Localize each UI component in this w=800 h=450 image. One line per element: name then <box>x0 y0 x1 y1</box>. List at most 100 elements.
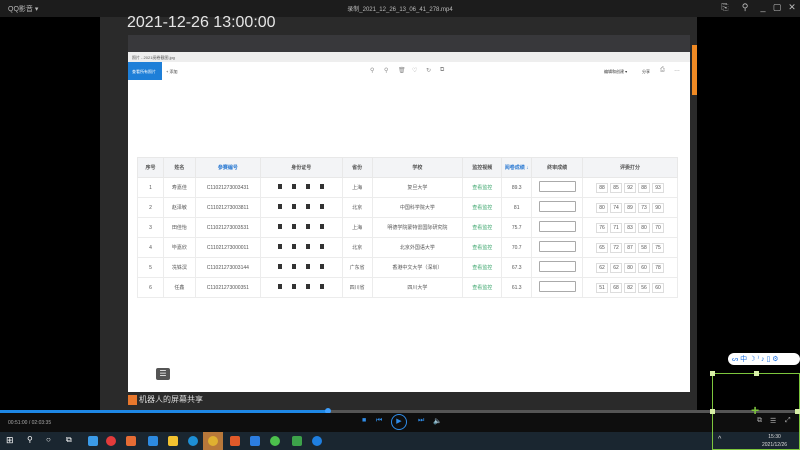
share-text: 机器人的屏幕共享 <box>139 395 203 404</box>
chrome-icon <box>208 436 218 446</box>
school-cell: 中国科学院大学 <box>371 197 464 218</box>
judge-score: 88 <box>638 182 651 193</box>
more-icon[interactable]: … <box>674 67 680 73</box>
column-header: 终审成绩 <box>531 157 584 178</box>
review-score-cell: 89.3 <box>501 177 533 198</box>
review-score-cell: 75.7 <box>501 217 533 238</box>
resize-handle[interactable] <box>710 371 715 376</box>
view-monitor-link[interactable]: 查看监控 <box>462 257 503 278</box>
final-score-input[interactable] <box>538 261 576 272</box>
meeting-icon[interactable] <box>250 436 260 446</box>
pin-icon[interactable]: ⎘ <box>718 2 732 13</box>
chrome-active[interactable] <box>203 432 223 450</box>
school-cell: 明德学院蒙特雷国际研究院 <box>371 217 464 238</box>
mail-icon[interactable] <box>148 436 158 446</box>
search-icon[interactable]: ⚲ <box>27 435 33 444</box>
review-score-cell: 81 <box>501 197 533 218</box>
minimize-icon[interactable]: _ <box>756 2 770 12</box>
selection-rectangle[interactable]: + <box>710 371 800 450</box>
judge-score: 62 <box>610 262 623 273</box>
explorer-icon[interactable] <box>168 436 178 446</box>
name-cell: 寿嘉佳 <box>162 177 196 198</box>
excel-icon[interactable] <box>292 436 302 446</box>
final-score-input[interactable] <box>538 201 576 212</box>
column-header: 省份 <box>341 157 373 178</box>
final-score-cell <box>531 177 584 198</box>
shared-photo-window: 照片 - 2021阅卷截图.jpg 查看所有照片 + 添加 ⚲ ⚲ 🗑 ♡ ↻ … <box>128 52 712 417</box>
time-readout: 00:51:00 / 02:03:35 <box>8 420 52 426</box>
judge-score: 80 <box>638 222 651 233</box>
row-number: 1 <box>137 177 164 198</box>
ime-toolbar[interactable]: ᔕ 中 ☽ ⁾ ♪ ▯ ⚙ <box>728 353 800 365</box>
qq-player-icon[interactable] <box>312 436 322 446</box>
name-cell: 赵泽敏 <box>162 197 196 218</box>
review-score-cell: 61.3 <box>501 277 533 298</box>
volume-icon[interactable]: 🔈 <box>433 417 442 425</box>
final-score-cell <box>531 197 584 218</box>
crop-icon[interactable]: ⧉ <box>440 67 444 74</box>
maximize-icon[interactable]: ▢ <box>770 2 784 13</box>
view-monitor-link[interactable]: 查看监控 <box>462 277 503 298</box>
id-number-redacted <box>259 177 343 198</box>
edit-button[interactable]: 编辑和创建 ▾ <box>604 69 627 75</box>
resize-handle[interactable] <box>795 409 800 414</box>
final-score-input[interactable] <box>538 181 576 192</box>
previous-icon[interactable]: ⏮ <box>376 417 382 425</box>
cortana-icon[interactable]: ○ <box>46 435 51 444</box>
final-score-input[interactable] <box>538 281 576 292</box>
topmost-icon[interactable]: ⚲ <box>738 2 752 13</box>
resize-handle[interactable] <box>754 371 759 376</box>
row-number: 3 <box>137 217 164 238</box>
column-header: 序号 <box>137 157 164 178</box>
rotate-icon[interactable]: ↻ <box>426 67 431 74</box>
id-number-redacted <box>259 257 343 278</box>
next-icon[interactable]: ⏭ <box>418 417 424 425</box>
start-icon[interactable]: ⊞ <box>6 435 14 446</box>
resize-handle[interactable] <box>710 409 715 414</box>
column-header[interactable]: 阅卷成绩 ↓ <box>501 157 533 178</box>
play-button[interactable]: ▶ <box>391 414 407 430</box>
favorite-icon[interactable]: ♡ <box>412 67 417 74</box>
list-icon[interactable]: ☰ <box>156 368 170 380</box>
shared-screen-header <box>128 35 690 52</box>
name-cell: 田佳怡 <box>162 217 196 238</box>
video-area[interactable]: 2021-12-26 13:00:00 照片 - 2021阅卷截图.jpg 查看… <box>100 14 712 417</box>
table-row: 2 赵泽敏 C11021273003811 北京 中国科学院大学 查看监控 81 80 74 89… <box>137 197 678 218</box>
office-icon[interactable] <box>230 436 240 446</box>
share-button[interactable]: 分享 <box>642 69 650 75</box>
app-red-icon[interactable] <box>106 436 116 446</box>
view-monitor-link[interactable]: 查看监控 <box>462 217 503 238</box>
zoom-out-icon[interactable]: ⚲ <box>384 67 388 74</box>
column-header: 学校 <box>371 157 464 178</box>
column-header[interactable]: 参赛编号 <box>194 157 261 178</box>
print-icon[interactable]: ⎙ <box>660 67 665 74</box>
judge-score: 60 <box>638 262 651 273</box>
delete-icon[interactable]: 🗑 <box>398 67 406 74</box>
stop-icon[interactable]: ■ <box>362 417 366 424</box>
final-score-input[interactable] <box>538 241 576 252</box>
close-icon[interactable]: ✕ <box>785 2 799 13</box>
judge-score: 92 <box>624 182 637 193</box>
add-button[interactable]: + 添加 <box>166 69 177 75</box>
province-cell: 北京 <box>341 237 373 258</box>
zoom-in-icon[interactable]: ⚲ <box>370 67 374 74</box>
column-header: 评委打分 <box>582 157 678 178</box>
judge-score: 70 <box>652 222 665 233</box>
judge-score: 89 <box>624 202 637 213</box>
view-monitor-link[interactable]: 查看监控 <box>462 177 503 198</box>
score-table: 序号 姓名 参赛编号 身份证号 省份 学校 监控视频 阅卷成绩 ↓ 终审成绩 评委打分 1 寿嘉佳 C… <box>137 157 678 298</box>
view-monitor-link[interactable]: 查看监控 <box>462 237 503 258</box>
view-monitor-link[interactable]: 查看监控 <box>462 197 503 218</box>
judge-scores-cell: 51 68 82 56 60 <box>582 277 678 298</box>
judge-score: 51 <box>596 282 609 293</box>
wechat-icon[interactable] <box>270 436 280 446</box>
view-all-button[interactable]: 查看所有照片 <box>128 62 162 80</box>
final-score-input[interactable] <box>538 221 576 232</box>
edge-icon[interactable] <box>188 436 198 446</box>
move-cross-icon[interactable]: + <box>751 402 759 418</box>
task-view-icon[interactable]: ⧉ <box>66 435 72 445</box>
table-row: 6 任鑫 C11021273000351 四川省 四川大学 查看监控 61.3 51 68 82 5… <box>137 277 678 298</box>
row-number: 5 <box>137 257 164 278</box>
store-icon[interactable] <box>88 436 98 446</box>
powerpoint-icon[interactable] <box>126 436 136 446</box>
